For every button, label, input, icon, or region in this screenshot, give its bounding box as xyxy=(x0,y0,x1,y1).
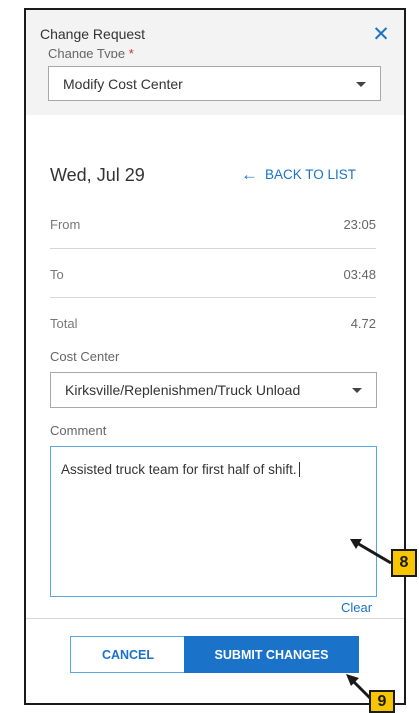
callout-8-arrow xyxy=(356,541,392,565)
callout-9-badge: 9 xyxy=(369,690,395,713)
callout-8-badge: 8 xyxy=(391,549,417,577)
callout-arrows xyxy=(346,539,392,702)
